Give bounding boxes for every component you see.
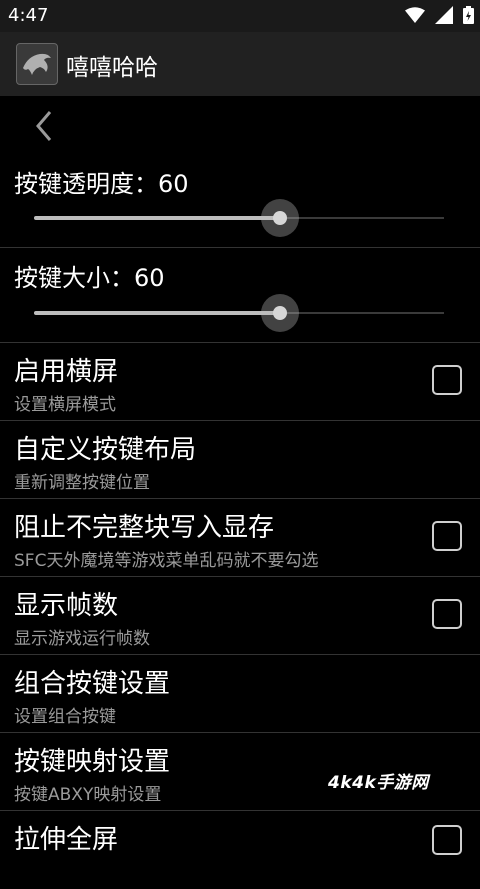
dolphin-app-icon — [16, 43, 58, 85]
opacity-slider[interactable] — [34, 198, 444, 238]
slider-thumb[interactable] — [273, 211, 287, 225]
wifi-icon — [405, 7, 425, 23]
app-bar: 嘻嘻哈哈 — [0, 32, 480, 96]
pref-landscape[interactable]: 启用横屏 设置横屏模式 — [0, 343, 480, 421]
pref-summary: SFC天外魔境等游戏菜单乱码就不要勾选 — [14, 551, 319, 571]
status-bar: 4:47 — [0, 0, 480, 32]
pref-title: 按键映射设置 — [14, 747, 171, 777]
pref-combo-keys[interactable]: 组合按键设置 设置组合按键 — [0, 655, 480, 733]
slider-thumb[interactable] — [273, 306, 287, 320]
status-time: 4:47 — [8, 5, 49, 26]
pref-summary: 显示游戏运行帧数 — [14, 629, 150, 649]
app-title: 嘻嘻哈哈 — [66, 55, 158, 81]
pref-block-vram[interactable]: 阻止不完整块写入显存 SFC天外魔境等游戏菜单乱码就不要勾选 — [0, 499, 480, 577]
slider-fill — [34, 311, 280, 315]
back-button[interactable] — [28, 106, 60, 146]
slider-fill — [34, 216, 280, 220]
chevron-left-icon — [36, 111, 52, 141]
signal-icon — [435, 6, 453, 24]
pref-summary: 按键ABXY映射设置 — [14, 785, 162, 805]
size-slider-label: 按键大小：60 — [14, 264, 165, 292]
show-fps-checkbox[interactable] — [432, 599, 462, 629]
pref-title: 拉伸全屏 — [14, 825, 119, 855]
pref-show-fps[interactable]: 显示帧数 显示游戏运行帧数 — [0, 577, 480, 655]
block-vram-checkbox[interactable] — [432, 521, 462, 551]
pref-title: 启用横屏 — [14, 357, 119, 387]
pref-custom-layout[interactable]: 自定义按键布局 重新调整按键位置 — [0, 421, 480, 499]
watermark: 4k4k手游网 — [328, 773, 429, 793]
pref-title: 阻止不完整块写入显存 — [14, 513, 275, 543]
battery-icon — [463, 6, 474, 24]
pref-title: 自定义按键布局 — [14, 435, 197, 465]
pref-summary: 设置组合按键 — [14, 707, 116, 727]
divider — [0, 247, 480, 248]
opacity-slider-label: 按键透明度：60 — [14, 170, 189, 198]
pref-title: 显示帧数 — [14, 591, 119, 621]
landscape-checkbox[interactable] — [432, 365, 462, 395]
pref-stretch-fullscreen[interactable]: 拉伸全屏 — [0, 811, 480, 889]
stretch-fullscreen-checkbox[interactable] — [432, 825, 462, 855]
status-icons — [405, 6, 474, 24]
size-slider[interactable] — [34, 293, 444, 333]
pref-title: 组合按键设置 — [14, 669, 171, 699]
pref-summary: 设置横屏模式 — [14, 395, 116, 415]
pref-summary: 重新调整按键位置 — [14, 473, 150, 493]
